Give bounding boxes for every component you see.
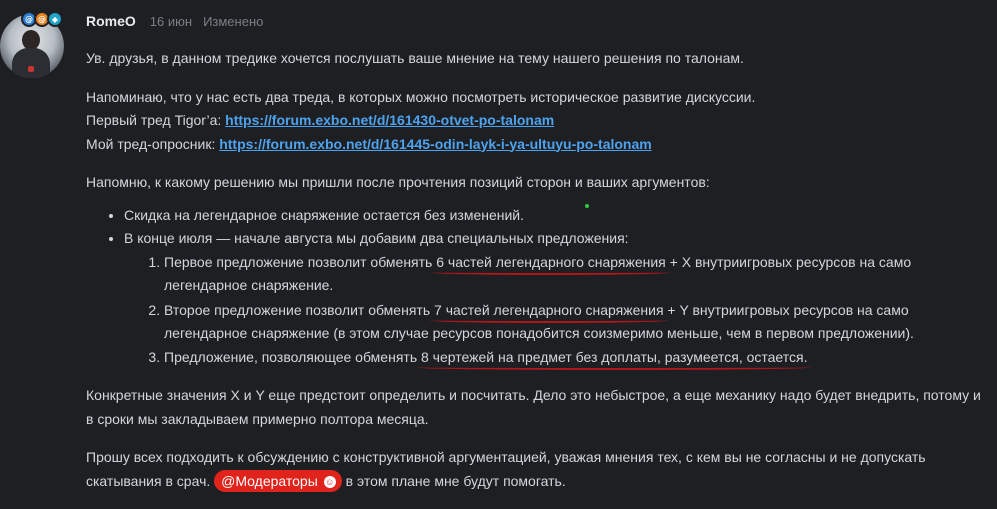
offer2-text-a: Второе предложение позволит обменять (164, 301, 435, 318)
thread2-line: Мой тред-опросник: https://forum.exbo.ne… (86, 133, 986, 157)
edited-label[interactable]: Изменено (203, 14, 263, 29)
bullet2-text: В конце июля — начале августа мы добавим… (124, 230, 629, 246)
offer3-underlined: 8 чертежей на предмет без доплаты, разум… (421, 348, 808, 365)
author-name[interactable]: RomeO (86, 13, 136, 29)
offer3-text-a: Предложение, позволяющее обменять (164, 348, 421, 365)
closing-b: в этом плане мне будут помогать. (341, 472, 566, 489)
values-note: Конкретные значения X и Y еще предстоит … (86, 387, 981, 427)
post-body: Ув. друзья, в данном тредике хочется пос… (86, 47, 986, 493)
reminder-text: Напоминаю, что у нас есть два треда, в к… (86, 88, 756, 105)
thread2-link[interactable]: https://forum.exbo.net/d/161445-odin-lay… (219, 136, 651, 152)
offer2-underlined: 7 частей легендарного снаряжения (434, 301, 664, 318)
offer1-text-a: Первое предложение позволит обменять (164, 253, 437, 270)
offer-item-2: Второе предложение позволит обменять 7 ч… (164, 299, 986, 346)
offer1-underlined: 6 частей легендарного снаряжения (436, 253, 666, 270)
post-header: RomeO 16 июн Изменено (86, 13, 263, 31)
user-badges: @ @ ◆ (21, 11, 63, 27)
avatar-detail (28, 66, 34, 72)
moderators-mention[interactable]: @Модераторы ☺ (214, 469, 342, 492)
list-item: В конце июля — начале августа мы добавим… (124, 227, 986, 369)
thread2-prefix: Мой тред-опросник: (86, 135, 220, 152)
offer-item-1: Первое предложение позволит обменять 6 ч… (164, 251, 986, 298)
status-dot (585, 204, 589, 208)
mention-label: @Модераторы (221, 472, 318, 489)
list-item: Скидка на легендарное снаряжение остаетс… (124, 204, 986, 228)
post-date[interactable]: 16 июн (150, 14, 192, 29)
intro-text: Ув. друзья, в данном тредике хочется пос… (86, 50, 744, 66)
forum-post: @ @ ◆ RomeO 16 июн Изменено Ув. друзья, … (0, 0, 997, 509)
decision-list: Скидка на легендарное снаряжение остаетс… (86, 204, 986, 370)
avatar-body (12, 48, 50, 78)
thread1-line: Первый тред Tigor’a: https://forum.exbo.… (86, 109, 986, 133)
mention-icon: ☺ (323, 475, 336, 488)
offer-item-3: Предложение, позволяющее обменять 8 черт… (164, 346, 986, 370)
thread1-prefix: Первый тред Tigor’a: (86, 112, 226, 128)
offers-list: Первое предложение позволит обменять 6 ч… (124, 251, 986, 370)
diamond-badge-icon[interactable]: ◆ (47, 11, 63, 27)
thread1-link[interactable]: https://forum.exbo.net/d/161430-otvet-po… (225, 112, 554, 128)
closing-text: Прошу всех подходить к обсуждению с конс… (86, 446, 986, 493)
decision-intro: Напомню, к какому решению мы пришли посл… (86, 174, 710, 190)
avatar-head (22, 30, 40, 50)
